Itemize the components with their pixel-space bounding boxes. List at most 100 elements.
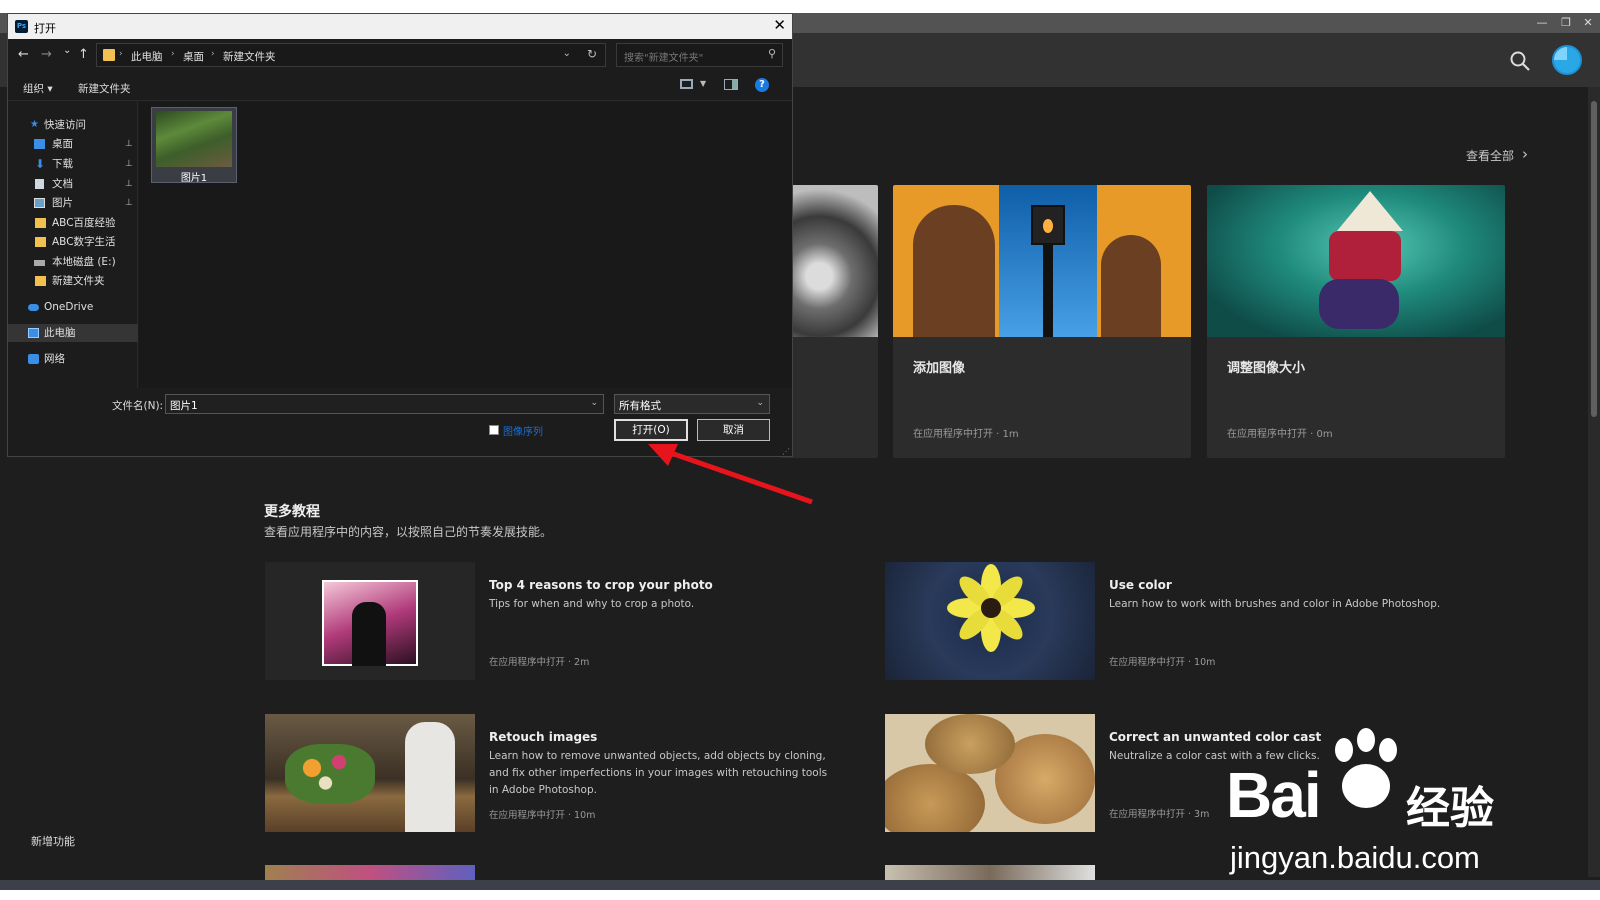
up-arrow-icon[interactable]: ↑: [78, 47, 89, 62]
recent-locations-chevron-icon[interactable]: ⌄: [63, 45, 71, 56]
breadcrumb-item[interactable]: 新建文件夹: [223, 49, 276, 64]
minimize-button[interactable]: —: [1530, 13, 1554, 33]
open-button[interactable]: 打开(O): [614, 419, 688, 441]
tutorial-desc: Learn how to remove unwanted objects, ad…: [489, 750, 828, 796]
watermark-brand: Bai: [1226, 759, 1322, 831]
cookie: [925, 714, 1015, 774]
view-mode-icon[interactable]: [680, 79, 693, 89]
section-title: 更多教程: [264, 504, 320, 520]
organize-menu[interactable]: 组织 ▾: [23, 81, 53, 96]
pin-icon[interactable]: ⊥: [125, 175, 133, 193]
tutorial-thumbnail: [265, 562, 475, 680]
photoshop-app-icon: Ps: [15, 20, 28, 33]
crop-frame: [322, 580, 418, 666]
breadcrumb-separator: ›: [119, 49, 123, 59]
chevron-down-icon[interactable]: ⌄: [563, 48, 571, 59]
folder-icon: [103, 49, 115, 61]
cancel-button[interactable]: 取消: [697, 419, 770, 441]
breadcrumb-item[interactable]: 桌面: [183, 49, 204, 64]
sidebar-item-this-pc[interactable]: 此电脑: [8, 324, 138, 342]
tutorial-meta: 在应用程序中打开 · 3m: [1109, 809, 1210, 820]
sidebar-item-label: 文档: [52, 178, 73, 190]
sidebar-item-label: ABC数字生活: [52, 236, 116, 248]
tutorial-item-retouch[interactable]: Retouch images Learn how to remove unwan…: [265, 714, 845, 832]
filename-input[interactable]: 图片1 ⌄: [165, 394, 604, 414]
sidebar-item-label: 快速访问: [44, 119, 86, 131]
tutorial-thumbnail-cut: [265, 865, 475, 880]
tutorial-meta: 在应用程序中打开 · 2m: [489, 657, 590, 668]
folder-icon: [35, 276, 46, 286]
folder-icon: [35, 237, 46, 247]
sidebar-item-new-folder[interactable]: 新建文件夹: [8, 272, 138, 290]
dialog-titlebar: Ps 打开 ✕: [8, 14, 792, 39]
refresh-icon[interactable]: ↻: [587, 47, 597, 61]
pin-icon[interactable]: ⊥: [125, 135, 133, 153]
help-icon[interactable]: ?: [755, 78, 769, 92]
scrollbar[interactable]: [1588, 87, 1600, 877]
section-subtitle: 查看应用程序中的内容，以按照自己的节奏发展技能。: [264, 525, 553, 539]
hand-right: [1101, 235, 1161, 337]
file-type-value: 所有格式: [619, 400, 661, 412]
pin-icon[interactable]: ⊥: [125, 194, 133, 212]
red-shirt: [1329, 231, 1401, 281]
sidebar-item-documents[interactable]: 文档 ⊥: [8, 175, 138, 193]
pictures-icon: [34, 198, 45, 208]
forward-arrow-icon[interactable]: →: [41, 47, 52, 62]
chevron-down-icon[interactable]: ⌄: [756, 398, 764, 408]
navigation-bar: ← → ⌄ ↑ › 此电脑 › 桌面 › 新建文件夹 ⌄ ↻ 搜索"新建文件夹"…: [8, 39, 792, 71]
new-folder-button[interactable]: 新建文件夹: [78, 81, 131, 96]
chevron-down-icon[interactable]: ⌄: [590, 398, 598, 408]
preview-pane-icon[interactable]: [724, 79, 738, 90]
breadcrumb-item[interactable]: 此电脑: [131, 49, 163, 64]
card-image: [780, 185, 878, 337]
tutorial-thumbnail: [885, 562, 1095, 680]
sidebar-item-abc-digital[interactable]: ABC数字生活: [8, 233, 138, 251]
sidebar-item-pictures[interactable]: 图片 ⊥: [8, 194, 138, 212]
tutorial-card-resize-image[interactable]: 调整图像大小 在应用程序中打开 · 0m: [1207, 185, 1505, 458]
sidebar-item-quick-access[interactable]: ★ 快速访问: [8, 116, 138, 134]
taskbar-strip: [0, 880, 1600, 890]
pin-icon[interactable]: ⊥: [125, 155, 133, 173]
sidebar-item-desktop[interactable]: 桌面 ⊥: [8, 135, 138, 153]
sidebar-item-network[interactable]: 网络: [8, 350, 138, 368]
chevron-right-icon[interactable]: ›: [1522, 145, 1528, 163]
filename-value: 图片1: [170, 400, 198, 412]
sidebar-item-local-disk[interactable]: 本地磁盘 (E:): [8, 253, 138, 271]
search-icon[interactable]: ⚲: [768, 47, 776, 60]
tutorial-item-use-color[interactable]: Use color Learn how to work with brushes…: [885, 562, 1465, 680]
chevron-down-icon[interactable]: ▼: [700, 79, 706, 88]
see-all-link[interactable]: 查看全部: [1466, 147, 1514, 164]
flower-bouquet: [285, 744, 375, 804]
tutorial-item-crop[interactable]: Top 4 reasons to crop your photo Tips fo…: [265, 562, 845, 680]
tutorial-card-add-image[interactable]: 添加图像 在应用程序中打开 · 1m: [893, 185, 1191, 458]
image-sequence-checkbox[interactable]: [489, 425, 499, 435]
search-input[interactable]: 搜索"新建文件夹" ⚲: [616, 43, 783, 67]
image-sequence-label[interactable]: 图像序列: [503, 423, 543, 438]
back-arrow-icon[interactable]: ←: [18, 47, 29, 62]
card-meta: 在应用程序中打开 · 1m: [913, 429, 1019, 440]
close-icon[interactable]: ✕: [773, 16, 786, 34]
sidebar-item-downloads[interactable]: ⬇ 下载 ⊥: [8, 155, 138, 173]
tutorial-thumbnail: [885, 714, 1095, 832]
avatar[interactable]: [1552, 45, 1582, 75]
sidebar-item-abc-baidu[interactable]: ABC百度经验: [8, 214, 138, 232]
cloud-icon: [28, 304, 39, 311]
tutorial-card-partial[interactable]: [780, 185, 878, 458]
sidebar-item-label: OneDrive: [44, 301, 94, 313]
address-bar[interactable]: › 此电脑 › 桌面 › 新建文件夹 ⌄ ↻: [96, 43, 606, 67]
star-icon: ★: [30, 119, 39, 130]
baidu-watermark: Bai 经验 jingyan.baidu.com: [1226, 728, 1526, 878]
card-image: [893, 185, 1191, 337]
search-icon[interactable]: [1508, 49, 1532, 73]
screen-bottom-border: [0, 890, 1600, 900]
new-features-link[interactable]: 新增功能: [31, 833, 75, 849]
file-type-select[interactable]: 所有格式 ⌄: [614, 394, 770, 414]
file-item[interactable]: 图片1: [151, 107, 237, 184]
sidebar-item-onedrive[interactable]: OneDrive: [8, 298, 138, 316]
restore-button[interactable]: ❐: [1554, 13, 1578, 33]
file-name: 图片1: [180, 173, 208, 184]
scrollbar-thumb[interactable]: [1591, 101, 1597, 417]
filename-label: 文件名(N):: [112, 400, 164, 412]
close-window-button[interactable]: ✕: [1576, 13, 1600, 33]
card-image: [1207, 185, 1505, 337]
